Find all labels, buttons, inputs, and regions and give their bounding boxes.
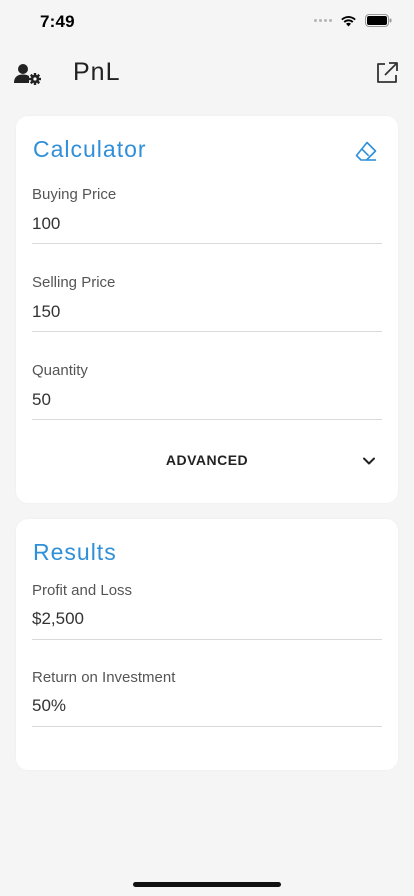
wifi-icon [341, 15, 356, 26]
selling-price-field: Selling Price [32, 274, 382, 332]
advanced-toggle[interactable]: ADVANCED [32, 442, 382, 482]
return-on-investment-field: Return on Investment 50% [32, 669, 382, 727]
home-indicator[interactable] [133, 882, 281, 887]
buying-price-label: Buying Price [32, 186, 117, 203]
cellular-signal-icon [314, 19, 332, 22]
selling-price-label: Selling Price [32, 274, 116, 291]
profit-and-loss-label: Profit and Loss [32, 582, 133, 599]
app-title: PnL [73, 58, 121, 86]
selling-price-underline [32, 331, 382, 332]
status-bar: 7:49 [0, 0, 414, 44]
status-icons [314, 14, 392, 27]
buying-price-input[interactable] [32, 213, 382, 235]
profit-and-loss-value: $2,500 [32, 609, 84, 628]
app-header: PnL [0, 52, 414, 96]
quantity-label: Quantity [32, 362, 88, 379]
buying-price-field: Buying Price [32, 186, 382, 244]
user-settings-icon[interactable] [14, 62, 42, 86]
quantity-field: Quantity [32, 362, 382, 420]
quantity-input[interactable] [32, 389, 382, 411]
app-screen: 7:49 PnL Calculator Buying Price 100 Sel… [0, 0, 414, 896]
results-card: Results Profit and Loss $2,500 Return on… [16, 519, 398, 770]
return-on-investment-underline [32, 726, 382, 727]
return-on-investment-value: 50% [32, 696, 67, 715]
status-time: 7:49 [40, 12, 75, 31]
return-on-investment-label: Return on Investment [32, 669, 176, 686]
external-link-icon[interactable] [374, 60, 400, 86]
eraser-icon[interactable] [354, 140, 378, 162]
selling-price-input[interactable] [32, 301, 382, 323]
quantity-underline [32, 419, 382, 420]
buying-price-underline [32, 243, 382, 244]
battery-icon [365, 14, 392, 27]
chevron-down-icon [363, 457, 375, 465]
advanced-label: ADVANCED [165, 452, 249, 468]
profit-and-loss-underline [32, 639, 382, 640]
profit-and-loss-field: Profit and Loss $2,500 [32, 582, 382, 640]
calculator-card: Calculator Buying Price Selling Price Qu… [16, 116, 398, 503]
results-title: Results [33, 539, 117, 565]
calculator-title: Calculator [33, 136, 147, 162]
